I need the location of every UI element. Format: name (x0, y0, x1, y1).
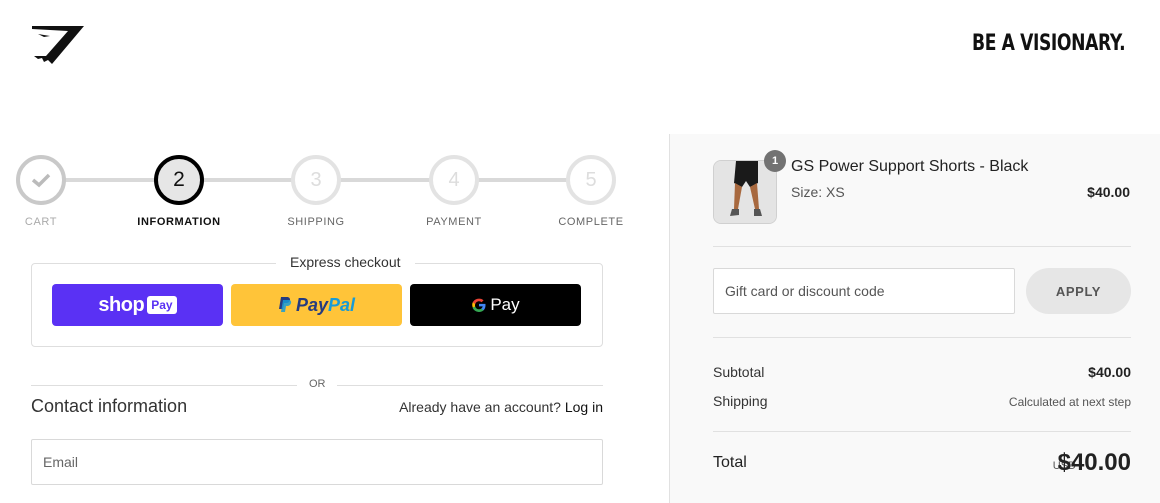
product-price: $40.00 (1087, 184, 1130, 200)
paypal-word-pal: Pal (328, 294, 356, 315)
total-value: $40.00 (1057, 449, 1131, 476)
divider-line (31, 385, 297, 386)
checkout-progress-steps: CART 2 INFORMATION 3 SHIPPING 4 PAYMENT … (16, 155, 626, 235)
step-cart[interactable]: CART (16, 155, 66, 228)
login-link[interactable]: Log in (565, 399, 603, 415)
google-pay-label: Pay (490, 295, 520, 314)
subtotal-row: Subtotal $40.00 (713, 364, 1131, 380)
summary-divider (713, 431, 1131, 432)
express-checkout-box: Express checkout shop Pay Pay Pal Pay (31, 254, 603, 347)
check-icon (16, 155, 66, 205)
or-divider: OR (31, 378, 603, 392)
step-label: COMPLETE (558, 216, 624, 228)
step-label: SHIPPING (287, 216, 345, 228)
paypal-word-pay: Pay (295, 294, 328, 315)
shipping-label: Shipping (713, 393, 768, 409)
divider-line (337, 385, 603, 386)
product-name: GS Power Support Shorts - Black (791, 158, 1029, 175)
google-g-icon (472, 298, 486, 312)
paypal-icon (278, 297, 292, 312)
summary-divider (713, 246, 1131, 247)
step-label: PAYMENT (426, 216, 482, 228)
step-payment: 4 PAYMENT (426, 155, 481, 228)
step-number: 4 (429, 155, 479, 205)
express-checkout-title: Express checkout (276, 254, 415, 270)
quantity-badge: 1 (764, 150, 786, 172)
step-number: 3 (291, 155, 341, 205)
discount-code-input[interactable] (713, 268, 1015, 314)
shop-pay-button[interactable]: shop Pay (52, 284, 223, 326)
apply-discount-button[interactable]: APPLY (1026, 268, 1131, 314)
email-input[interactable] (31, 439, 603, 485)
shop-pay-badge: Pay (147, 296, 177, 314)
total-label: Total (713, 454, 747, 471)
shipping-row: Shipping Calculated at next step (713, 393, 1131, 409)
step-shipping: 3 SHIPPING (287, 155, 344, 228)
brand-tagline: BE A VISIONARY. (972, 31, 1126, 56)
google-pay-button[interactable]: Pay (410, 284, 581, 326)
account-prompt: Already have an account? Log in (399, 399, 603, 415)
paypal-button[interactable]: Pay Pal (231, 284, 402, 326)
contact-information-heading: Contact information (31, 396, 188, 416)
summary-divider (713, 337, 1131, 338)
shop-pay-logo: shop (98, 293, 145, 316)
subtotal-value: $40.00 (1088, 364, 1131, 380)
step-label: INFORMATION (137, 216, 221, 228)
step-number: 5 (566, 155, 616, 205)
shipping-value: Calculated at next step (1008, 395, 1131, 409)
step-information: 2 INFORMATION (137, 155, 220, 228)
product-size: Size: XS (791, 184, 845, 200)
subtotal-label: Subtotal (713, 364, 765, 380)
step-complete: 5 COMPLETE (558, 155, 623, 228)
or-label: OR (309, 378, 326, 390)
account-prompt-text: Already have an account? (399, 399, 561, 415)
step-number: 2 (154, 155, 204, 205)
step-label: CART (24, 216, 58, 228)
gymshark-logo-icon[interactable] (30, 24, 86, 66)
